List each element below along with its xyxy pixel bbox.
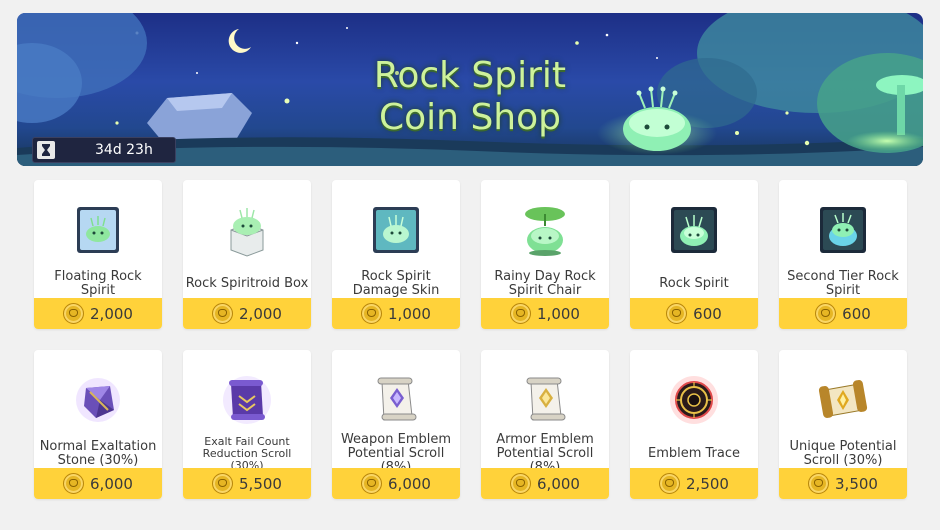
shop-item-card[interactable]: Exalt Fail Count Reduction Scroll (30%) … [183,350,311,499]
price-bar: 2,000 [34,298,162,329]
shop-item-card[interactable]: Unique Potential Scroll (30%) 3,500 [779,350,907,499]
timer-label: 34d 23h [95,142,153,158]
item-name: Armor Emblem Potential Scroll (8%) [496,432,594,475]
damage-skin-icon [373,207,419,253]
shop-item-card[interactable]: Armor Emblem Potential Scroll (8%) 6,000 [481,350,609,499]
shop-item-card[interactable]: Emblem Trace 2,500 [630,350,758,499]
item-name: Floating Rock Spirit [54,269,142,298]
coin-icon [808,473,830,494]
exalt-scroll-icon [223,376,271,424]
item-name: Second Tier Rock Spirit [787,269,899,298]
item-name: Normal Exaltation Stone (30%) [39,439,157,468]
coin-icon [361,473,383,494]
time-remaining: 34d 23h [32,137,176,163]
coin-icon [63,303,85,324]
hourglass-icon [37,141,55,159]
item-price: 6,000 [90,474,133,493]
item-name: Rock Spirit [659,276,729,291]
item-price: 6,000 [537,474,580,493]
item-name: Rock Spiritroid Box [185,276,309,291]
coin-icon [815,303,837,324]
item-price: 6,000 [388,474,431,493]
rock-spirit-icon [671,207,717,253]
coin-icon [212,303,234,324]
price-bar: 600 [779,298,907,329]
item-name: Exalt Fail Count Reduction Scroll (30%) [202,435,292,472]
item-name: Rainy Day Rock Spirit Chair [494,269,596,298]
weapon-emblem-scroll-icon [377,377,417,421]
item-price: 600 [842,304,871,323]
emblem-trace-icon [670,376,718,424]
item-price: 1,000 [537,304,580,323]
price-bar: 2,500 [630,468,758,499]
item-name: Weapon Emblem Potential Scroll (8%) [340,432,452,475]
coin-icon [63,473,85,494]
coin-icon [666,303,688,324]
floating-rock-spirit-icon [77,207,119,253]
exaltation-stone-icon [76,378,120,422]
item-name: Emblem Trace [647,446,741,461]
shop-item-card[interactable]: Weapon Emblem Potential Scroll (8%) 6,00… [332,350,460,499]
item-price: 600 [693,304,722,323]
coin-icon [510,303,532,324]
item-price: 2,000 [90,304,133,323]
price-bar: 2,000 [183,298,311,329]
coin-icon [212,473,234,494]
item-name: Rock Spirit Damage Skin [352,269,440,298]
item-price: 2,500 [686,474,729,493]
rock-spiritroid-box-icon [230,208,264,257]
price-bar: 1,000 [481,298,609,329]
item-name: Unique Potential Scroll (30%) [789,439,897,468]
price-bar: 5,500 [183,468,311,499]
shop-item-card[interactable]: Rock Spirit 600 [630,180,758,329]
price-bar: 3,500 [779,468,907,499]
coin-icon [659,473,681,494]
item-price: 5,500 [239,474,282,493]
shop-item-card[interactable]: Rock Spiritroid Box 2,000 [183,180,311,329]
unique-potential-scroll-icon [818,380,868,418]
armor-emblem-scroll-icon [526,377,566,421]
coin-icon [361,303,383,324]
coin-icon [510,473,532,494]
rainy-day-chair-icon [525,207,565,256]
price-bar: 6,000 [34,468,162,499]
item-price: 2,000 [239,304,282,323]
shop-item-card[interactable]: Second Tier Rock Spirit 600 [779,180,907,329]
shop-title-line2: Coin Shop [379,97,561,138]
price-bar: 1,000 [332,298,460,329]
second-tier-rock-spirit-icon [820,207,866,253]
price-bar: 6,000 [332,468,460,499]
shop-title: Rock Spirit Coin Shop [17,55,923,139]
price-bar: 600 [630,298,758,329]
shop-title-line1: Rock Spirit [373,55,567,96]
shop-item-card[interactable]: Normal Exaltation Stone (30%) 6,000 [34,350,162,499]
price-bar: 6,000 [481,468,609,499]
shop-item-card[interactable]: Rock Spirit Damage Skin 1,000 [332,180,460,329]
moon-icon [228,29,251,53]
item-price: 3,500 [835,474,878,493]
item-price: 1,000 [388,304,431,323]
shop-item-card[interactable]: Floating Rock Spirit 2,000 [34,180,162,329]
shop-item-card[interactable]: Rainy Day Rock Spirit Chair 1,000 [481,180,609,329]
shop-banner: Rock Spirit Coin Shop 34d 23h [17,13,923,166]
